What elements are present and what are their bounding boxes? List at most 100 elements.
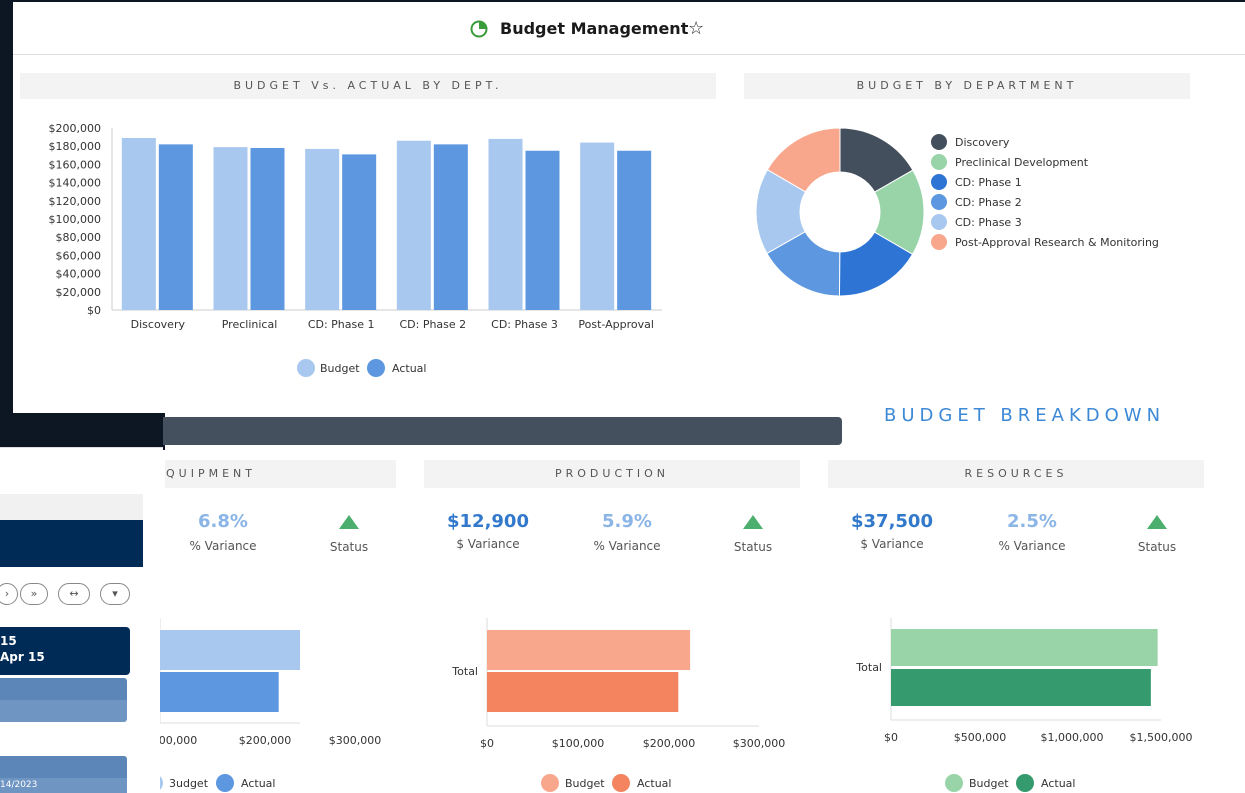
x-tick-label: $200,000 [239, 734, 292, 747]
pie-chart-icon [470, 20, 488, 42]
y-tick-label: $0 [87, 304, 101, 317]
schedule-bar-lower [0, 700, 127, 722]
x-tick-label: $0 [884, 731, 898, 744]
bar-budget [891, 629, 1158, 666]
resources-chart: $0 $500,000 $1,000,000 $1,500,000 Total Budge… [855, 618, 1192, 792]
bar-budget [396, 140, 431, 310]
resources-dollar-variance: $37,500 [851, 511, 933, 532]
x-tick-label: Preclinical [222, 318, 278, 331]
x-tick-label: $100,000 [552, 737, 605, 750]
legend-label: Post-Approval Research & Monitoring [955, 236, 1159, 249]
bar-actual [891, 669, 1151, 706]
legend-label-budget: Budget [320, 362, 360, 375]
legend-swatch-actual [612, 774, 630, 792]
schedule-bar[interactable] [0, 756, 127, 778]
y-category-label: Total [855, 661, 882, 674]
budget-by-department-chart: Discovery Preclinical Development CD: Phas… [755, 127, 1159, 297]
budget-vs-actual-chart: $0 $20,000 $40,000 $60,000 $80,000 $100,000 $1… [49, 122, 662, 377]
production-pct-label: % Variance [593, 539, 661, 553]
x-tick-label: CD: Phase 1 [308, 318, 375, 331]
status-up-icon [1147, 515, 1167, 529]
event-day: 15 [0, 634, 17, 648]
x-tick-label: $300,000 [329, 734, 382, 747]
legend-label-budget: Budget [565, 777, 605, 790]
legend-swatch [931, 154, 947, 170]
favorite-star-icon[interactable]: ☆ [688, 18, 704, 39]
y-tick-label: $20,000 [56, 286, 102, 299]
bar-budget [488, 138, 523, 310]
budget-vs-actual-title: BUDGET Vs. ACTUAL BY DEPT. [20, 73, 716, 99]
legend-label-budget: Budget [969, 777, 1009, 790]
bar-budget [305, 148, 340, 310]
legend-swatch-actual [1016, 774, 1034, 792]
x-tick-label: 00,000 [160, 734, 197, 747]
bar-budget [160, 630, 300, 670]
schedule-bar[interactable] [0, 678, 127, 700]
equipment-pct-variance: 6.8% [198, 511, 248, 532]
bar-actual [617, 150, 652, 310]
bar-actual [158, 144, 193, 310]
legend-label-actual: Actual [637, 777, 671, 790]
legend-label: Preclinical Development [955, 156, 1089, 169]
resources-dollar-label: $ Variance [860, 537, 924, 551]
bar-budget [580, 142, 615, 310]
popup-header-band [0, 494, 143, 520]
dropdown-icon[interactable]: ▾ [100, 583, 130, 605]
y-tick-label: $80,000 [56, 231, 102, 244]
x-tick-label: $1,000,000 [1041, 731, 1104, 744]
x-tick-label: CD: Phase 2 [399, 318, 466, 331]
bar-actual [433, 144, 468, 310]
y-tick-label: $140,000 [49, 177, 102, 190]
legend-label-actual: Actual [392, 362, 426, 375]
equipment-chart: 00,000 $200,000 $300,000 3udget Actual [160, 618, 382, 792]
fast-forward-icon[interactable]: » [20, 583, 48, 605]
legend-label-actual: Actual [241, 777, 275, 790]
x-tick-label: CD: Phase 3 [491, 318, 558, 331]
legend-label: Discovery [955, 136, 1010, 149]
bar-budget [121, 138, 156, 310]
expand-width-icon[interactable]: ↔ [58, 583, 90, 605]
status-up-icon [743, 515, 763, 529]
y-tick-label: $200,000 [49, 122, 102, 135]
bar-budget [213, 147, 248, 310]
production-title: PRODUCTION [424, 460, 800, 488]
legend-swatch-budget [160, 776, 163, 790]
legend-swatch [931, 214, 947, 230]
event-date: Apr 15 [0, 650, 45, 664]
legend-swatch [931, 234, 947, 250]
legend-label: CD: Phase 3 [955, 216, 1022, 229]
resources-title: RESOURCES [828, 460, 1204, 488]
popup-title-band [0, 520, 143, 567]
y-tick-label: $100,000 [49, 213, 102, 226]
x-tick-label: Discovery [131, 318, 186, 331]
schedule-bar-date: 14/2023 [0, 778, 127, 793]
equipment-title: QUIPMENT [165, 460, 396, 488]
production-dollar-variance: $12,900 [447, 511, 529, 532]
legend-swatch [931, 174, 947, 190]
x-tick-label: Post-Approval [578, 318, 654, 331]
bar-actual [250, 148, 285, 310]
bar-actual [342, 154, 377, 310]
y-tick-label: $120,000 [49, 195, 102, 208]
bar-actual [525, 150, 560, 310]
budget-by-department-title: BUDGET BY DEPARTMENT [744, 73, 1190, 99]
bar-budget [487, 630, 691, 670]
x-tick-label: $300,000 [733, 737, 786, 750]
dashboard-header: Budget Management ☆ [13, 2, 1245, 55]
production-dollar-label: $ Variance [456, 537, 520, 551]
status-up-icon [339, 515, 359, 529]
production-status-label: Status [733, 540, 773, 554]
bar-actual [160, 672, 279, 712]
legend-label: CD: Phase 2 [955, 196, 1022, 209]
x-tick-label: $200,000 [643, 737, 696, 750]
legend-swatch-actual [216, 774, 234, 792]
resources-pct-variance: 2.5% [1007, 511, 1057, 532]
page-title: Budget Management [500, 19, 689, 38]
equipment-pct-label: % Variance [189, 539, 257, 553]
x-tick-label: $0 [480, 737, 494, 750]
budget-breakdown-band [163, 417, 842, 445]
legend-swatch-budget [541, 774, 559, 792]
legend-label-actual: Actual [1041, 777, 1075, 790]
event-card[interactable]: 15 Apr 15 [0, 627, 130, 675]
resources-pct-label: % Variance [998, 539, 1066, 553]
